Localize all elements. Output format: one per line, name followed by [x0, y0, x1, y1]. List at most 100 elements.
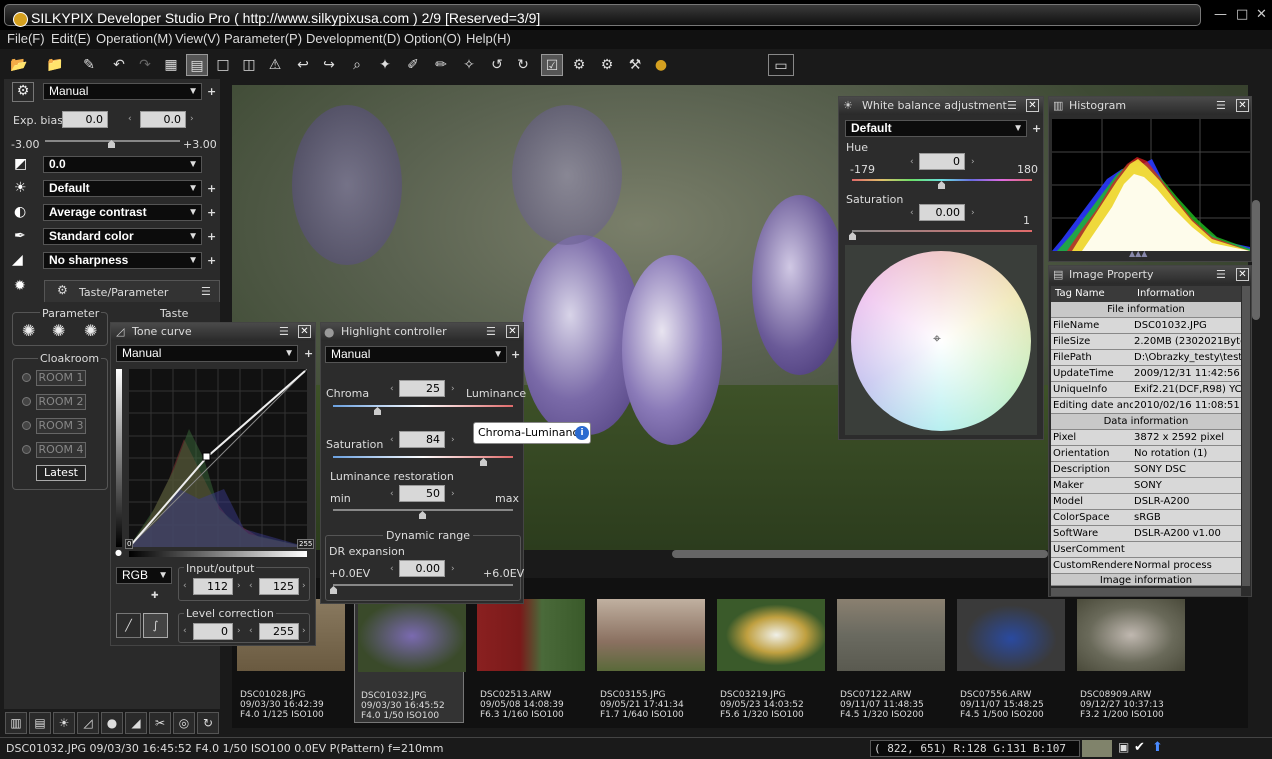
lum-restoration-input[interactable]: 50	[399, 485, 445, 502]
menu-icon[interactable]: ☰	[1216, 266, 1226, 284]
rotate-panel-icon[interactable]: ↻	[197, 712, 219, 734]
gear-icon[interactable]: ⚙	[12, 82, 34, 102]
lum-inc-icon[interactable]: ›	[451, 489, 455, 499]
menu-edit[interactable]: Edit(E)	[51, 31, 91, 46]
highlight-preset-dropdown[interactable]: Manual ▼	[325, 346, 507, 363]
minimize-button[interactable]: —	[1214, 7, 1227, 22]
menu-icon[interactable]: ☰	[1007, 97, 1017, 115]
chroma-inc-icon[interactable]: ›	[451, 384, 455, 394]
room4-radio[interactable]	[22, 445, 31, 454]
prev-image-icon[interactable]: ↩	[292, 54, 314, 76]
hue-slider-track[interactable]	[852, 179, 1032, 181]
table-row[interactable]: Maker SONY	[1051, 478, 1241, 494]
menu-parameter[interactable]: Parameter(P)	[224, 31, 302, 46]
wb-dropdown[interactable]: Default ▼	[43, 180, 202, 197]
level-min-field[interactable]: 0	[193, 623, 233, 640]
col-tag-header[interactable]: Tag Name	[1055, 286, 1105, 302]
level-max-dec-icon[interactable]: ‹	[249, 626, 253, 636]
next-image-icon[interactable]: ↪	[318, 54, 340, 76]
lum-dec-icon[interactable]: ‹	[390, 489, 394, 499]
menu-file[interactable]: File(F)	[7, 31, 45, 46]
table-row[interactable]: FileSize 2.20MB (2302021Byte)	[1051, 334, 1241, 350]
room1-radio[interactable]	[22, 373, 31, 382]
table-row[interactable]: Editing date and time2010/02/16 11:08:51	[1051, 398, 1241, 414]
rotate-left-icon[interactable]: ↺	[486, 54, 508, 76]
thumbnail-item[interactable]: DSC07556.ARW 09/11/07 15:48:25 F4.5 1/500 …	[954, 598, 1065, 723]
input-field[interactable]: 112	[193, 578, 233, 595]
latest-button[interactable]: Latest	[36, 465, 86, 481]
add-highlight-preset-button[interactable]: +	[511, 348, 520, 361]
develop-icon[interactable]: ⚙	[568, 54, 590, 76]
room3-radio[interactable]	[22, 421, 31, 430]
saturation-input[interactable]: 84	[399, 431, 445, 448]
room2-radio[interactable]	[22, 397, 31, 406]
close-icon[interactable]: ✕	[1236, 99, 1249, 112]
add-color-button[interactable]: +	[207, 230, 216, 243]
room1-button[interactable]: ROOM 1	[36, 370, 86, 386]
level-max-inc-icon[interactable]: ›	[302, 626, 306, 636]
add-wb-button[interactable]: +	[207, 182, 216, 195]
hue-slider-thumb[interactable]	[938, 181, 945, 189]
horizontal-scrollbar[interactable]	[672, 550, 1048, 558]
table-row[interactable]: FilePath D:\Obrazky_testy\test1	[1051, 350, 1241, 366]
crosshair-icon[interactable]: ⌖	[933, 331, 941, 347]
dr-input[interactable]: 0.00	[399, 560, 445, 577]
saturation-inc-icon[interactable]: ›	[451, 435, 455, 445]
level-lo-marker[interactable]: 0	[125, 539, 134, 549]
table-row[interactable]: Pixel 3872 x 2592 pixel	[1051, 430, 1241, 446]
highlight-titlebar[interactable]: ● Highlight controller ☰ ✕	[321, 323, 523, 341]
filmstrip-view-icon[interactable]: ▤	[186, 54, 208, 76]
sat-slider-track[interactable]	[852, 230, 1032, 232]
wb-panel-icon[interactable]: ☀	[53, 712, 75, 734]
hue-input[interactable]: 0	[919, 153, 965, 170]
close-icon[interactable]: ✕	[506, 325, 519, 338]
add-sharpness-button[interactable]: +	[207, 254, 216, 267]
add-point-icon[interactable]: ✚	[151, 591, 159, 601]
marker-icon[interactable]: ⬆	[1152, 740, 1163, 755]
tab-menu-icon[interactable]: ☰	[201, 285, 211, 298]
add-wb-preset-button[interactable]: +	[1032, 122, 1041, 135]
batch-develop-icon[interactable]: ⚙	[596, 54, 618, 76]
redo-icon[interactable]: ↷	[134, 54, 156, 76]
tone-preset-dropdown[interactable]: Manual ▼	[116, 345, 298, 362]
thumbnail-item-selected[interactable]: DSC01032.JPG 09/03/30 16:45:52 F4.0 1/50 I…	[354, 598, 466, 723]
close-icon[interactable]: ✕	[1026, 99, 1039, 112]
thumbnail-item[interactable]: DSC02513.ARW 09/05/08 14:08:39 F6.3 1/160 …	[474, 598, 585, 723]
level-hi-marker[interactable]: 255	[297, 539, 315, 549]
menu-icon[interactable]: ☰	[486, 323, 496, 341]
contrast-dropdown[interactable]: Average contrast ▼	[43, 204, 202, 221]
property-panel-icon[interactable]: ▤	[29, 712, 51, 734]
output-inc-icon[interactable]: ›	[302, 581, 306, 591]
preset-dropdown[interactable]: Manual ▼	[43, 83, 202, 100]
level-min-inc-icon[interactable]: ›	[237, 626, 241, 636]
tab-taste-parameter[interactable]: ⚙ Taste/Parameter ☰	[44, 280, 220, 302]
dr-dec-icon[interactable]: ‹	[390, 564, 394, 574]
exp-bias-input[interactable]: 0.0	[62, 111, 108, 128]
tone-curve-titlebar[interactable]: ◿ Tone curve ☰ ✕	[111, 323, 315, 341]
level-min-dec-icon[interactable]: ‹	[183, 626, 187, 636]
close-icon[interactable]: ✕	[1236, 268, 1249, 281]
sat-slider-thumb[interactable]	[849, 232, 856, 240]
zoom-icon[interactable]: ⌕	[346, 54, 368, 76]
add-preset-button[interactable]: +	[207, 85, 216, 98]
table-row[interactable]: Description SONY DSC	[1051, 462, 1241, 478]
exp-dec-icon[interactable]: ‹	[128, 114, 132, 124]
channel-dropdown[interactable]: RGB ▼	[116, 567, 172, 584]
room2-button[interactable]: ROOM 2	[36, 394, 86, 410]
table-row[interactable]: SoftWare DSLR-A200 v1.00	[1051, 526, 1241, 542]
menu-help[interactable]: Help(H)	[466, 31, 511, 46]
table-row[interactable]: ColorSpace sRGB	[1051, 510, 1241, 526]
hue-inc-icon[interactable]: ›	[971, 157, 975, 167]
wb-preset-dropdown[interactable]: Default ▼	[845, 120, 1027, 137]
dr-inc-icon[interactable]: ›	[451, 564, 455, 574]
param-icon-1[interactable]: ✺	[22, 321, 35, 340]
black-point-icon[interactable]: ●	[115, 548, 122, 557]
tools-icon[interactable]: ⚒	[624, 54, 646, 76]
chroma-slider-thumb[interactable]	[374, 407, 381, 415]
spline-curve-icon[interactable]: ∫	[143, 613, 168, 638]
dr-slider-track[interactable]	[333, 584, 513, 586]
param-icon-3[interactable]: ✺	[84, 321, 97, 340]
level-max-field[interactable]: 255	[259, 623, 299, 640]
lum-slider-track[interactable]	[333, 509, 513, 511]
table-row[interactable]: UniqueInfoExif2.21(DCF,R98) YCbC	[1051, 382, 1241, 398]
